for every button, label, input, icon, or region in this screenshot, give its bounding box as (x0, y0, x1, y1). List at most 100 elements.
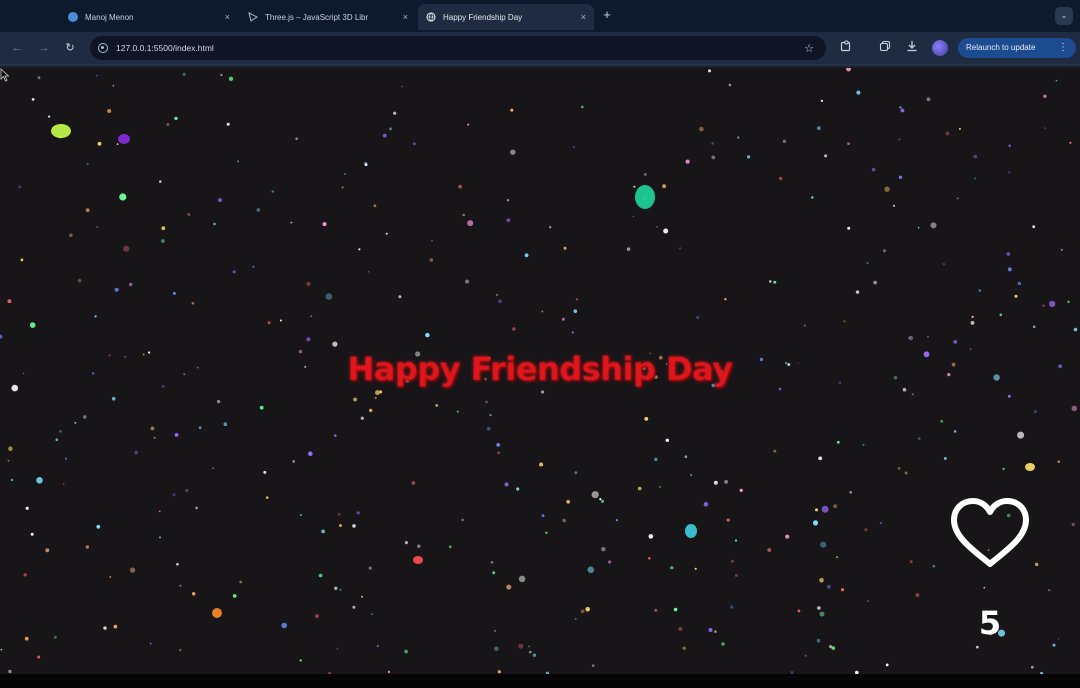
downloads-button[interactable] (904, 40, 920, 56)
particle (694, 567, 697, 570)
tab-groups-button[interactable] (877, 40, 893, 56)
particle (353, 397, 357, 402)
particle (1007, 267, 1012, 272)
extensions-button[interactable] (838, 40, 854, 56)
particle (926, 97, 931, 102)
particle (739, 488, 743, 492)
particle (109, 576, 112, 578)
particle (873, 280, 877, 285)
particle (429, 258, 434, 262)
particle (369, 408, 373, 413)
particle (656, 226, 658, 228)
particle (566, 499, 571, 504)
close-icon[interactable]: × (225, 12, 230, 22)
url-text[interactable]: 127.0.0.1:5500/index.html (116, 43, 800, 53)
particle (703, 502, 709, 507)
particle (389, 127, 392, 131)
particle (930, 222, 937, 229)
close-icon[interactable]: × (403, 12, 408, 22)
particle (341, 186, 344, 189)
particle (932, 564, 936, 568)
particle (23, 573, 27, 577)
particle (662, 184, 666, 189)
menu-icon[interactable]: ⋮ (1058, 38, 1068, 58)
particle (528, 645, 530, 648)
close-icon[interactable]: × (581, 12, 586, 22)
particle (1032, 325, 1036, 329)
address-bar[interactable]: 127.0.0.1:5500/index.html ☆ (90, 36, 826, 60)
particle (864, 528, 868, 532)
mouse-cursor-icon (0, 68, 10, 82)
particle (85, 545, 90, 549)
particle (654, 457, 658, 462)
particle (64, 457, 67, 460)
like-button[interactable] (948, 496, 1032, 572)
particle (899, 106, 902, 109)
globe-icon (68, 12, 78, 22)
particle (237, 160, 239, 163)
particle-orb (635, 185, 655, 209)
particle (1033, 410, 1037, 414)
particle (769, 280, 772, 283)
particle (711, 155, 716, 160)
particle (172, 493, 176, 497)
particle (541, 390, 545, 394)
particle (945, 131, 950, 136)
particle (591, 664, 595, 667)
particle (532, 653, 537, 657)
particle (497, 451, 501, 455)
particle (885, 663, 889, 667)
particle (833, 504, 837, 509)
particle (685, 159, 690, 164)
reload-button[interactable]: ↻ (62, 40, 78, 56)
back-button[interactable]: ← (9, 40, 25, 56)
particle (198, 426, 202, 430)
particle (1071, 405, 1078, 412)
tab-manoj-menon[interactable]: Manoj Menon × (60, 4, 238, 30)
forward-button[interactable]: → (36, 40, 52, 56)
particle (803, 324, 806, 327)
particle (1008, 171, 1011, 174)
particle (69, 233, 73, 237)
chevron-down-icon: ⌄ (1060, 11, 1068, 20)
particle (734, 539, 738, 542)
tab-strip: Manoj Menon × Three.js – JavaScript 3D L… (0, 0, 1080, 32)
particle (679, 247, 682, 250)
particle (94, 315, 97, 318)
tab-search-button[interactable]: ⌄ (1055, 7, 1073, 25)
particle (900, 108, 905, 113)
particle (367, 270, 370, 273)
particle (815, 508, 818, 512)
particle (785, 534, 790, 539)
new-tab-button[interactable]: + (600, 6, 614, 24)
bookmark-star-icon[interactable]: ☆ (800, 42, 818, 55)
tab-happy-friendship-day[interactable]: Happy Friendship Day × (418, 4, 594, 30)
particle (10, 478, 14, 482)
page-viewport[interactable]: Happy Friendship Day (0, 68, 1080, 674)
screen: Manoj Menon × Three.js – JavaScript 3D L… (0, 0, 1080, 688)
particle (18, 185, 22, 189)
site-info-icon[interactable] (98, 43, 108, 53)
particle (817, 606, 821, 610)
particle (0, 648, 3, 651)
particle (114, 287, 119, 292)
profile-avatar[interactable] (932, 40, 948, 56)
particle (290, 221, 293, 224)
particle (654, 608, 658, 612)
particle (59, 430, 62, 433)
particle (387, 670, 390, 674)
relaunch-to-update-button[interactable]: Relaunch to update ⋮ (958, 38, 1076, 58)
particle (1057, 638, 1060, 640)
particle (496, 293, 499, 296)
particle (1017, 431, 1025, 439)
particle (942, 263, 946, 266)
particle (448, 545, 452, 549)
puzzle-icon (840, 40, 851, 52)
tab-threejs[interactable]: Three.js – JavaScript 3D Libr × (240, 4, 416, 30)
particle (539, 462, 544, 467)
particle (871, 167, 876, 172)
particle (401, 85, 404, 88)
particle (485, 400, 488, 404)
particle (506, 218, 511, 223)
particle (417, 544, 421, 548)
